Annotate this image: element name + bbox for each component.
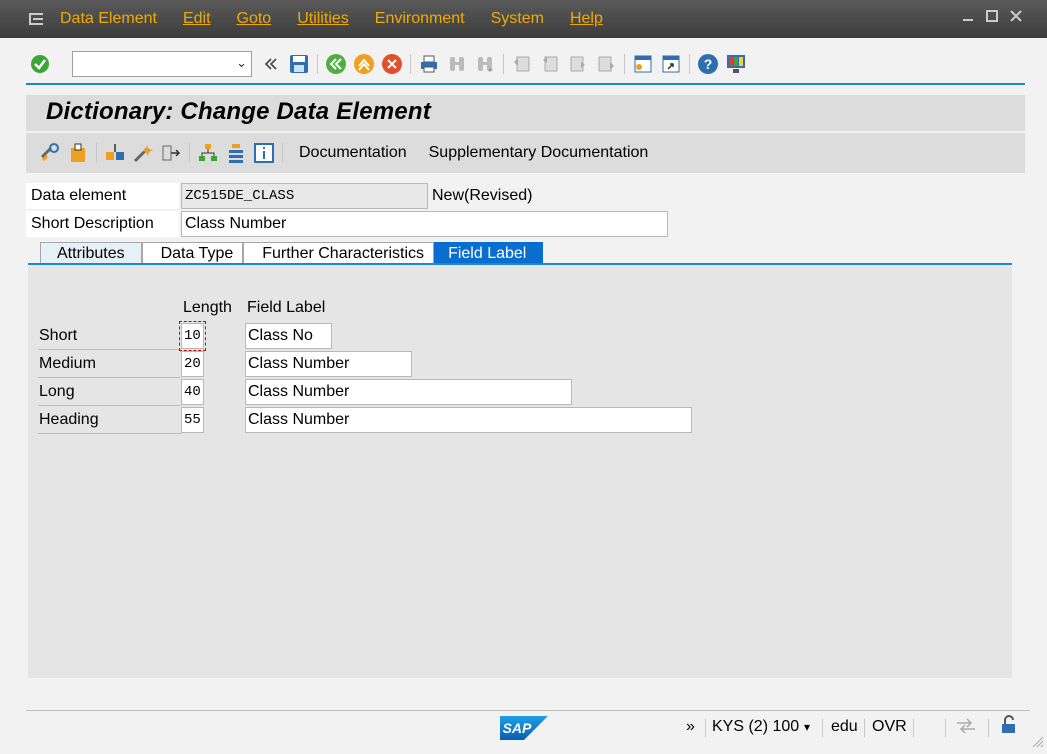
connection-icon[interactable] [955, 716, 977, 741]
short-description-field[interactable]: Class Number [181, 211, 668, 237]
short-length-field[interactable]: 10 [179, 321, 206, 351]
data-element-label: Data element [26, 183, 179, 209]
toolbar-separator [624, 54, 625, 74]
client-info: edu [831, 718, 858, 735]
status-separator [705, 719, 706, 737]
last-page-icon[interactable] [595, 53, 617, 75]
exit-icon[interactable] [353, 53, 375, 75]
short-field-label-input[interactable]: Class No [245, 323, 332, 349]
menu-system[interactable]: System [491, 10, 544, 28]
medium-length-field[interactable]: 20 [181, 351, 204, 377]
toolbar-separator [96, 143, 97, 163]
find-icon[interactable] [446, 53, 468, 75]
print-icon[interactable] [418, 53, 440, 75]
menu-data-element[interactable]: Data Element [60, 10, 157, 28]
heading-length-field[interactable]: 55 [181, 407, 204, 433]
data-element-field: ZC515DE_CLASS [181, 183, 428, 209]
menu-environment[interactable]: Environment [375, 10, 465, 28]
new-session-icon[interactable] [632, 53, 654, 75]
field-label-column-header: Field Label [247, 299, 326, 316]
status-separator [822, 719, 823, 737]
save-icon[interactable] [288, 53, 310, 75]
where-used-icon[interactable] [160, 142, 182, 164]
next-page-icon[interactable] [567, 53, 589, 75]
menu-help[interactable]: Help [570, 10, 603, 28]
information-icon[interactable] [253, 142, 275, 164]
insert-mode[interactable]: OVR [872, 718, 907, 736]
back-icon[interactable] [325, 53, 347, 75]
first-page-icon[interactable] [511, 53, 533, 75]
tab-attributes[interactable]: Attributes [40, 242, 142, 264]
status-separator [913, 719, 914, 737]
display-object-list-icon[interactable] [225, 142, 247, 164]
toolbar-separator [689, 54, 690, 74]
tab-data-type[interactable]: Data Type [141, 242, 244, 264]
tab-further-characteristics[interactable]: Further Characteristics [243, 242, 435, 264]
command-field[interactable]: ⌄ [72, 51, 252, 77]
status-bar-divider [26, 710, 1030, 711]
sap-logo: SAP [500, 716, 548, 740]
documentation-button[interactable]: Documentation [299, 144, 407, 162]
maximize-icon[interactable] [985, 9, 999, 23]
toolbar-separator [282, 143, 283, 163]
activate-icon[interactable] [132, 142, 154, 164]
application-toolbar: Documentation Supplementary Documentatio… [26, 133, 1025, 173]
standard-toolbar: ⌄ ? [26, 45, 1025, 83]
toolbar-divider [26, 83, 1025, 85]
previous-page-icon[interactable] [539, 53, 561, 75]
title-bar: Dictionary: Change Data Element [26, 95, 1025, 131]
shortcut-icon[interactable] [660, 53, 682, 75]
menu-edit[interactable]: Edit [183, 10, 211, 28]
status-text: New(Revised) [432, 187, 533, 204]
menu-utilities[interactable]: Utilities [297, 10, 349, 28]
history-back-icon[interactable] [260, 53, 282, 75]
toolbar-separator [317, 54, 318, 74]
system-info: KYS (2) 100 [712, 718, 800, 735]
svg-text:?: ? [704, 56, 713, 72]
row-label-medium: Medium [38, 351, 181, 378]
toolbar-separator [189, 143, 190, 163]
menu-goto[interactable]: Goto [237, 10, 272, 28]
system-menu-icon[interactable] [24, 9, 50, 29]
hierarchy-icon[interactable] [197, 142, 219, 164]
row-label-short: Short [38, 323, 181, 350]
find-next-icon[interactable] [474, 53, 496, 75]
long-field-label-input[interactable]: Class Number [245, 379, 572, 405]
menu-bar: Data Element Edit Goto Utilities Environ… [0, 0, 1047, 38]
page-title: Dictionary: Change Data Element [46, 98, 431, 125]
heading-field-label-input[interactable]: Class Number [245, 407, 692, 433]
status-separator [988, 719, 989, 737]
toolbar-separator [503, 54, 504, 74]
short-description-label: Short Description [26, 211, 179, 237]
toolbar-separator [410, 54, 411, 74]
status-expand-arrows[interactable]: » [686, 718, 695, 736]
chevron-down-icon[interactable]: ⌄ [236, 55, 247, 71]
resize-grip-icon[interactable] [1030, 734, 1044, 753]
supplementary-documentation-button[interactable]: Supplementary Documentation [429, 144, 649, 162]
long-length-field[interactable]: 40 [181, 379, 204, 405]
close-icon[interactable] [1009, 9, 1023, 23]
row-label-long: Long [38, 379, 181, 406]
customize-layout-icon[interactable] [725, 53, 747, 75]
display-change-icon[interactable] [39, 142, 61, 164]
system-info-dropdown-icon[interactable]: ▾ [804, 720, 810, 734]
svg-text:SAP: SAP [503, 720, 532, 736]
status-separator [945, 719, 946, 737]
other-object-icon[interactable] [67, 142, 89, 164]
cancel-icon[interactable] [381, 53, 403, 75]
medium-field-label-input[interactable]: Class Number [245, 351, 412, 377]
tab-strip: Attributes Data Type Further Characteris… [40, 242, 544, 264]
help-icon[interactable]: ? [697, 53, 719, 75]
enter-check-icon[interactable] [29, 53, 51, 75]
lock-icon[interactable] [996, 715, 1018, 740]
row-label-heading: Heading [38, 407, 181, 434]
check-icon[interactable] [104, 142, 126, 164]
minimize-icon[interactable] [961, 9, 975, 23]
status-separator [864, 719, 865, 737]
length-column-header: Length [183, 299, 232, 316]
tab-field-label[interactable]: Field Label [434, 242, 544, 264]
